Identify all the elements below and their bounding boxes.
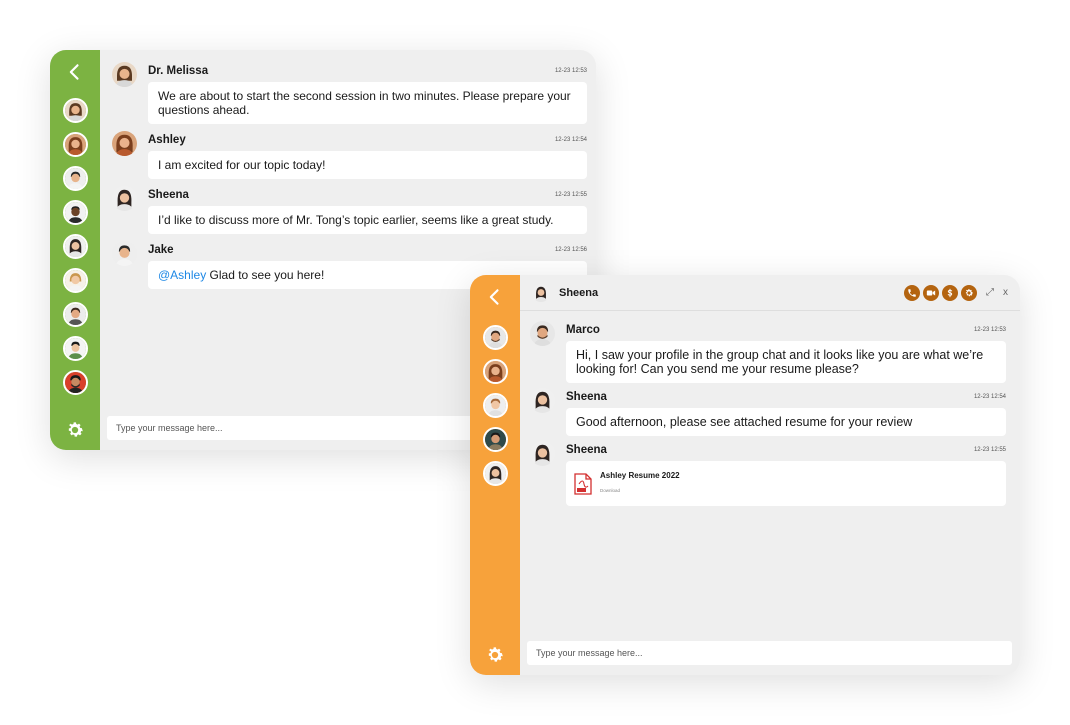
message: Sheena 12-23 12:54 Good afternoon, pleas… — [530, 388, 1006, 436]
contact-avatar[interactable] — [62, 302, 88, 327]
settings-button[interactable] — [50, 420, 100, 440]
sidebar-orange — [470, 275, 520, 675]
message: Sheena 12-23 12:55 Ashley Resume 2022 Do… — [530, 441, 1006, 506]
chat-main: Sheena ⤢ x Marco 12-23 12:53 Hi, I saw y… — [520, 275, 1020, 675]
back-button[interactable] — [50, 50, 100, 94]
gear-icon — [485, 645, 505, 665]
call-button[interactable] — [904, 284, 920, 301]
message-bubble: I am excited for our topic today! — [148, 151, 587, 179]
message: Sheena 12-23 12:55 I’d like to discuss m… — [112, 186, 587, 234]
sender-name: Sheena — [566, 390, 607, 403]
message-time: 12-23 12:55 — [554, 191, 587, 198]
sidebar-green — [50, 50, 100, 450]
video-call-button[interactable] — [923, 284, 939, 301]
message-time: 12-23 12:54 — [554, 136, 587, 143]
back-button[interactable] — [470, 275, 520, 319]
phone-icon — [908, 288, 916, 297]
message-bubble: We are about to start the second session… — [148, 82, 587, 124]
download-link[interactable]: Download — [600, 484, 680, 498]
message: Ashley 12-23 12:54 I am excited for our … — [112, 131, 587, 179]
message-time: 12-23 12:53 — [554, 67, 587, 74]
sender-avatar — [112, 241, 137, 266]
file-attachment[interactable]: Ashley Resume 2022 Download — [566, 461, 1006, 506]
settings-button[interactable] — [470, 645, 520, 665]
contact-avatar[interactable] — [62, 200, 88, 225]
mention-link[interactable]: @Ashley — [158, 268, 206, 282]
chat-window-direct: Sheena ⤢ x Marco 12-23 12:53 Hi, I saw y… — [470, 275, 1020, 675]
expand-button[interactable]: ⤢ — [986, 287, 994, 298]
message: Dr. Melissa 12-23 12:53 We are about to … — [112, 62, 587, 124]
sender-avatar — [530, 321, 555, 346]
sender-name: Marco — [566, 323, 600, 336]
sender-name: Dr. Melissa — [148, 64, 209, 77]
sender-name: Sheena — [148, 188, 189, 201]
message-time: 12-23 12:54 — [973, 393, 1006, 400]
message-bubble: Hi, I saw your profile in the group chat… — [566, 341, 1006, 383]
message-time: 12-23 12:53 — [973, 326, 1006, 333]
message-list: Marco 12-23 12:53 Hi, I saw your profile… — [520, 311, 1020, 506]
close-button[interactable]: x — [1003, 287, 1008, 298]
contact-list — [62, 98, 88, 395]
sender-avatar — [530, 441, 555, 466]
message-text: Glad to see you here! — [206, 268, 325, 282]
message-bubble: I’d like to discuss more of Mr. Tong’s t… — [148, 206, 587, 234]
sender-name: Jake — [148, 243, 174, 256]
contact-avatar[interactable] — [62, 166, 88, 191]
sender-name: Ashley — [148, 133, 186, 146]
contact-avatar[interactable] — [482, 461, 508, 486]
contact-avatar[interactable] — [62, 98, 88, 123]
contact-avatar[interactable] — [482, 325, 508, 350]
message-bubble: Good afternoon, please see attached resu… — [566, 408, 1006, 436]
pdf-file-icon — [574, 472, 592, 495]
message-time: 12-23 12:56 — [554, 246, 587, 253]
contact-avatar[interactable] — [62, 336, 88, 361]
contact-avatar[interactable] — [62, 268, 88, 293]
sender-avatar — [112, 186, 137, 211]
chat-header: Sheena ⤢ x — [520, 275, 1020, 311]
contact-list — [482, 325, 508, 486]
message-time: 12-23 12:55 — [973, 446, 1006, 453]
gear-icon — [65, 420, 85, 440]
dollar-icon — [947, 288, 953, 297]
sender-avatar — [530, 388, 555, 413]
contact-avatar[interactable] — [62, 370, 88, 395]
contact-avatar[interactable] — [482, 393, 508, 418]
chevron-left-icon — [69, 64, 79, 80]
contact-avatar — [532, 284, 550, 302]
file-name: Ashley Resume 2022 — [600, 471, 680, 480]
sender-name: Sheena — [566, 443, 607, 456]
message-input[interactable] — [527, 641, 1012, 665]
chat-title: Sheena — [559, 286, 599, 299]
contact-avatar[interactable] — [62, 234, 88, 259]
message: Marco 12-23 12:53 Hi, I saw your profile… — [530, 321, 1006, 383]
gear-icon — [964, 288, 974, 298]
chevron-left-icon — [489, 289, 499, 305]
sender-avatar — [112, 62, 137, 87]
payment-button[interactable] — [942, 284, 958, 301]
video-icon — [926, 290, 936, 295]
contact-avatar[interactable] — [482, 359, 508, 384]
chat-settings-button[interactable] — [961, 284, 977, 301]
contact-avatar[interactable] — [62, 132, 88, 157]
sender-avatar — [112, 131, 137, 156]
contact-avatar[interactable] — [482, 427, 508, 452]
